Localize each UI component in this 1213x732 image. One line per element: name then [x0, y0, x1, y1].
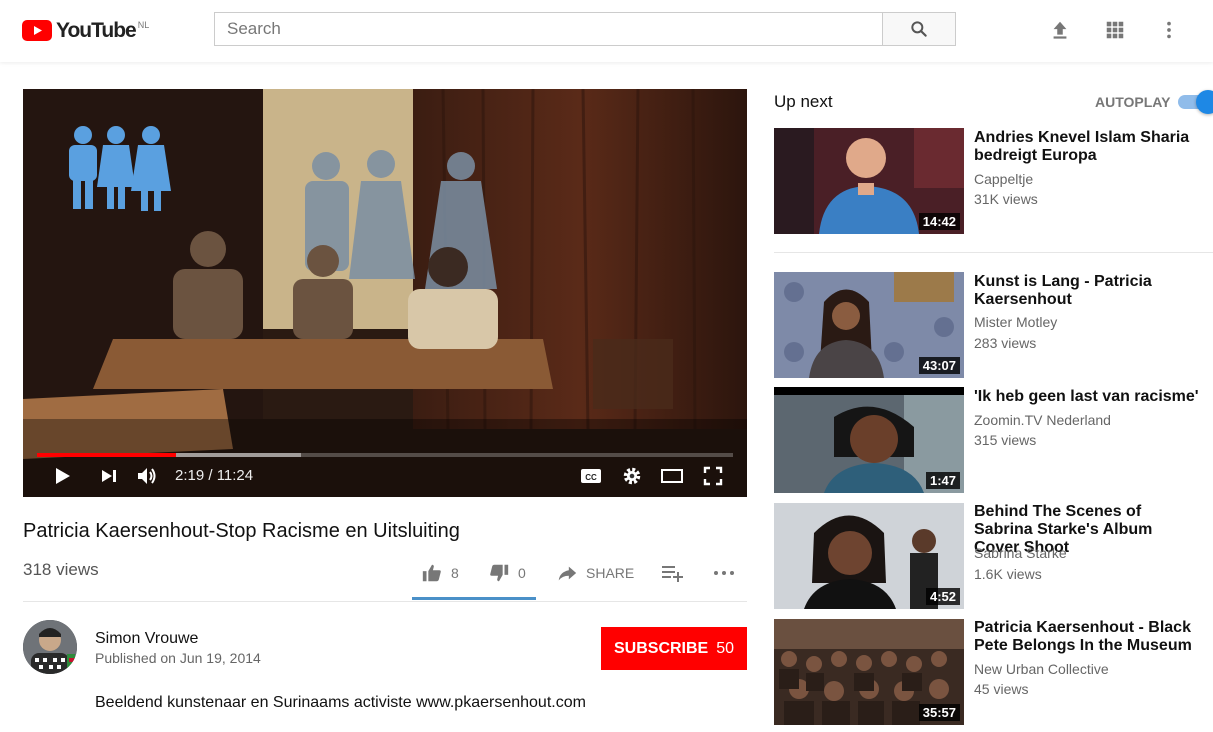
playlist-add-icon: [662, 566, 683, 582]
channel-name[interactable]: Simon Vrouwe: [95, 630, 198, 648]
upload-button[interactable]: [1048, 18, 1072, 42]
upload-icon: [1053, 21, 1067, 39]
time-display: 2:19 / 11:24: [175, 467, 254, 484]
recommended-views: 1.6K views: [974, 566, 1042, 582]
up-next-heading: Up next: [774, 92, 833, 111]
autoplay-label: AUTOPLAY: [1095, 94, 1171, 110]
share-button[interactable]: SHARE: [556, 562, 634, 584]
sentiment-likes-fill: [412, 597, 536, 600]
fullscreen-icon: [703, 466, 723, 486]
played-bar: [37, 453, 177, 457]
recommended-channel: Cappeltje: [974, 171, 1034, 187]
autoplay-toggle-knob[interactable]: [1196, 90, 1213, 114]
masthead: YouTube NL: [0, 0, 1213, 62]
recommended-views: 45 views: [974, 681, 1029, 697]
view-count: 318 views: [23, 560, 99, 579]
mute-button[interactable]: [134, 463, 160, 489]
duration-badge: 43:07: [918, 357, 960, 374]
recommended-title[interactable]: Kunst is Lang - Patricia Kaersenhout: [974, 273, 1199, 309]
apps-button[interactable]: [1103, 18, 1127, 42]
search-box: [214, 12, 882, 46]
youtube-logo[interactable]: YouTube NL: [22, 18, 149, 44]
progress-bar[interactable]: [37, 453, 733, 457]
like-count: 8: [451, 565, 459, 581]
dislike-count: 0: [518, 565, 526, 581]
theater-mode-button[interactable]: [659, 463, 685, 489]
recommended-views: 283 views: [974, 335, 1037, 351]
duration-badge: 1:47: [925, 472, 960, 489]
closed-captions-icon: CC: [581, 469, 601, 483]
recommended-title[interactable]: Andries Knevel Islam Sharia bedreigt Eur…: [974, 129, 1199, 165]
search-button[interactable]: [882, 12, 956, 46]
svg-text:CC: CC: [585, 473, 597, 482]
recommended-channel: Mister Motley: [974, 314, 1058, 330]
subscribe-button[interactable]: SUBSCRIBE 50: [601, 627, 747, 670]
captions-button[interactable]: CC: [579, 463, 603, 489]
more-actions-button[interactable]: [712, 562, 736, 584]
share-icon: [558, 566, 577, 581]
recommended-views: 315 views: [974, 432, 1037, 448]
subscriber-count: 50: [716, 639, 735, 657]
more-vert-icon: [1167, 21, 1171, 39]
thumbs-down-icon: [490, 564, 509, 582]
duration-badge: 14:42: [918, 213, 960, 230]
search-input[interactable]: [215, 13, 882, 45]
dislike-button[interactable]: 0: [488, 562, 526, 584]
duration-badge: 35:57: [918, 704, 960, 721]
share-label: SHARE: [586, 565, 635, 581]
gear-icon: [623, 467, 641, 485]
recommended-channel: New Urban Collective: [974, 661, 1109, 677]
video-description: Beeldend kunstenaar en Surinaams activis…: [95, 694, 586, 711]
publish-date: Published on Jun 19, 2014: [95, 650, 261, 666]
more-options-button[interactable]: [1157, 18, 1181, 42]
play-icon: [56, 468, 70, 484]
recommended-title[interactable]: 'Ik heb geen last van racisme': [974, 388, 1199, 406]
channel-avatar[interactable]: [23, 620, 77, 674]
volume-icon: [138, 468, 156, 484]
more-horiz-icon: [714, 571, 734, 575]
recommended-thumbnail[interactable]: 43:07: [774, 272, 964, 378]
recommended-channel: Zoomin.TV Nederland: [974, 412, 1111, 428]
youtube-logo-icon: [22, 20, 52, 41]
recommended-thumbnail[interactable]: 35:57: [774, 619, 964, 725]
recommended-thumbnail[interactable]: 4:52: [774, 503, 964, 609]
region-code: NL: [137, 20, 150, 30]
recommended-channel: Sabrina Starke: [974, 545, 1067, 561]
duration-badge: 4:52: [925, 588, 960, 605]
play-button[interactable]: [49, 463, 75, 489]
sentiment-bar: [412, 597, 536, 600]
thumbs-up-icon: [422, 564, 441, 582]
theater-mode-icon: [661, 469, 683, 483]
fullscreen-button[interactable]: [701, 463, 725, 489]
like-button[interactable]: 8: [421, 562, 459, 584]
avatar-image: [23, 620, 77, 674]
recommended-thumbnail[interactable]: 14:42: [774, 128, 964, 234]
recommended-views: 31K views: [974, 191, 1038, 207]
video-frame: [23, 89, 747, 497]
recommended-thumbnail[interactable]: 1:47: [774, 387, 964, 493]
video-player[interactable]: 2:19 / 11:24 CC: [23, 89, 747, 497]
search-icon: [911, 21, 927, 37]
sidebar-divider: [774, 252, 1213, 253]
settings-button[interactable]: [620, 463, 644, 489]
add-to-playlist-button[interactable]: [660, 562, 684, 584]
video-title: Patricia Kaersenhout-Stop Racisme en Uit…: [23, 520, 460, 542]
recommended-title[interactable]: Patricia Kaersenhout - Black Pete Belong…: [974, 619, 1199, 655]
next-button[interactable]: [96, 463, 122, 489]
info-divider: [23, 601, 747, 602]
subscribe-label: SUBSCRIBE: [613, 639, 709, 657]
skip-next-icon: [102, 470, 116, 482]
apps-grid-icon: [1106, 21, 1124, 39]
logo-text: YouTube: [56, 19, 137, 42]
